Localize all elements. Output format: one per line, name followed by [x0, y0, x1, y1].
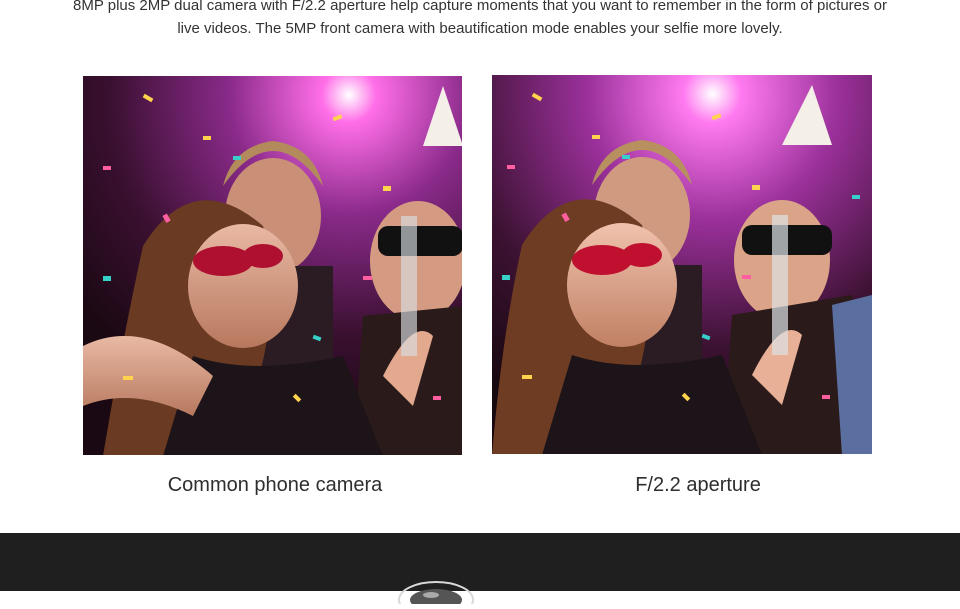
- caption-common-phone-camera: Common phone camera: [167, 474, 383, 496]
- party-photo-common-camera: [83, 76, 462, 455]
- camera-lens-icon: [397, 580, 475, 609]
- party-photo-f22-aperture: [492, 75, 872, 454]
- camera-intro-text: 8MP plus 2MP dual camera with F/2.2 aper…: [73, 0, 887, 37]
- dark-section-band: [0, 533, 960, 591]
- caption-f22-aperture: F/2.2 aperture: [635, 474, 761, 496]
